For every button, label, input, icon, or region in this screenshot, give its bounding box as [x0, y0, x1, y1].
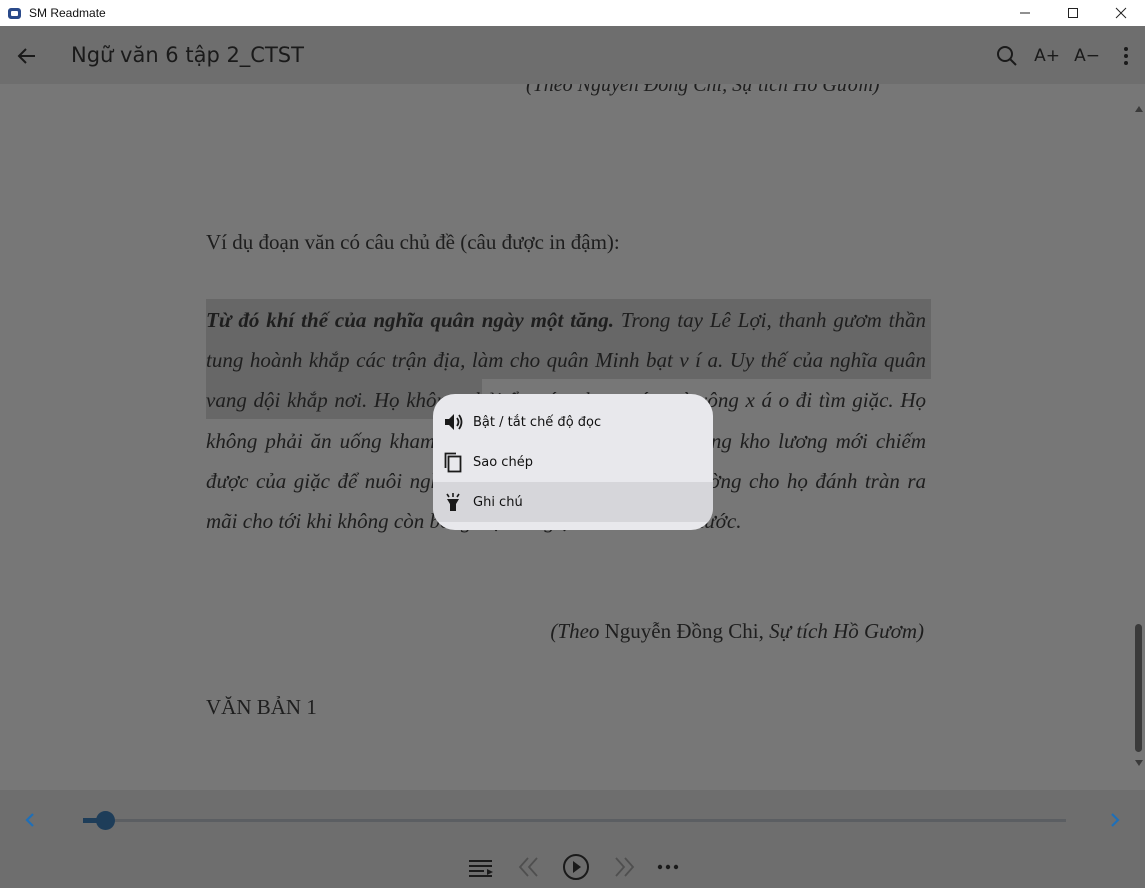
cutoff-source-line: (Theo Nguyễn Đồng Chi, Sự tích Hồ Gươm) — [526, 84, 880, 96]
scroll-thumb[interactable] — [1135, 624, 1142, 752]
source-theo: (Theo — [550, 619, 600, 643]
example-heading: Ví dụ đoạn văn có câu chủ đề (câu được i… — [206, 230, 620, 254]
topic-sentence: Từ đó khí thế của nghĩa quân ngày một tă… — [206, 308, 615, 332]
menu-item-copy[interactable]: Sao chép — [433, 442, 713, 482]
search-button[interactable] — [995, 43, 1019, 69]
more-controls-button[interactable] — [657, 854, 679, 880]
rewind-button[interactable] — [517, 854, 541, 880]
progress-slider-track[interactable] — [83, 819, 1066, 822]
close-icon — [1115, 7, 1127, 19]
highlighter-icon — [442, 491, 464, 513]
window-titlebar: SM Readmate — [0, 0, 1145, 26]
source-title: Sự tích Hồ Gươm) — [769, 619, 924, 643]
reader-bottom-bar — [0, 790, 1145, 888]
source-citation: (Theo Nguyễn Đồng Chi, Sự tích Hồ Gươm) — [550, 619, 924, 644]
progress-slider-thumb[interactable] — [95, 811, 115, 830]
section-heading: VĂN BẢN 1 — [206, 695, 317, 719]
fast-forward-button[interactable] — [612, 854, 636, 880]
arrow-left-icon — [17, 48, 35, 64]
more-horizontal-icon — [657, 864, 679, 870]
font-increase-button[interactable]: A+ — [1034, 43, 1060, 69]
search-icon — [997, 46, 1017, 66]
scroll-down-arrow[interactable] — [1135, 760, 1143, 766]
minimize-icon — [1020, 12, 1030, 14]
table-of-contents-button[interactable] — [468, 854, 494, 880]
close-window-button[interactable] — [1097, 0, 1145, 26]
next-page-button[interactable] — [1107, 812, 1123, 828]
chevron-right-icon — [1111, 813, 1120, 827]
menu-item-toggle-read-mode[interactable]: Bật / tắt chế độ đọc — [433, 402, 713, 442]
list-icon — [469, 860, 493, 877]
chevron-left-icon — [25, 813, 34, 827]
back-button[interactable] — [14, 43, 40, 69]
menu-item-label: Sao chép — [473, 454, 533, 470]
app-icon — [8, 7, 21, 19]
menu-item-label: Ghi chú — [473, 494, 523, 510]
context-menu: Bật / tắt chế độ đọc Sao chép Ghi chú — [433, 394, 713, 530]
vertical-scrollbar[interactable] — [1132, 84, 1145, 790]
double-chevron-right-icon — [615, 857, 635, 877]
window-controls — [1001, 0, 1145, 26]
reader-appbar: Ngữ văn 6 tập 2_CTST A+ A− — [0, 26, 1145, 84]
source-author: Nguyễn Đồng Chi, — [599, 619, 770, 643]
book-title: Ngữ văn 6 tập 2_CTST — [71, 43, 304, 67]
copy-icon — [442, 451, 464, 473]
more-vertical-icon — [1124, 47, 1128, 65]
more-options-button[interactable] — [1118, 43, 1134, 69]
double-chevron-left-icon — [518, 857, 538, 877]
previous-page-button[interactable] — [22, 812, 38, 828]
window-title: SM Readmate — [29, 6, 106, 20]
maximize-icon — [1068, 8, 1078, 18]
scroll-up-arrow[interactable] — [1135, 106, 1143, 112]
play-circle-icon — [563, 854, 589, 880]
play-button[interactable] — [562, 854, 590, 880]
menu-item-label: Bật / tắt chế độ đọc — [473, 414, 602, 430]
menu-item-note[interactable]: Ghi chú — [433, 482, 713, 522]
font-decrease-button[interactable]: A− — [1074, 43, 1100, 69]
maximize-button[interactable] — [1049, 0, 1097, 26]
minimize-button[interactable] — [1001, 0, 1049, 26]
speaker-icon — [442, 411, 464, 433]
